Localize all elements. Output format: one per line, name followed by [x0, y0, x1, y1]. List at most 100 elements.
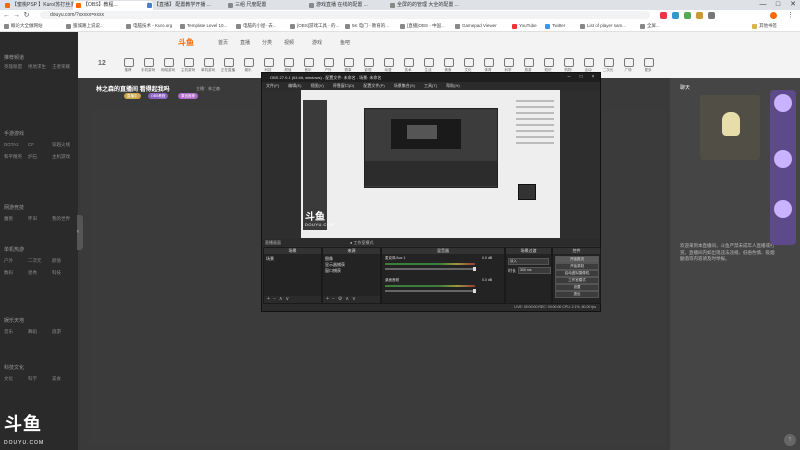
category-item[interactable]: 生活 — [420, 58, 436, 76]
bookmark-item[interactable]: [直播]OBS - 中国... — [400, 22, 445, 30]
transition-type-select[interactable]: 淡入 — [508, 258, 549, 265]
bookmark-item[interactable]: Template Level 10... — [180, 22, 227, 30]
sidebar-item[interactable]: 星秀 — [28, 270, 37, 276]
gift-icon[interactable] — [774, 200, 792, 218]
stream-host[interactable]: 主播：林之森 — [196, 86, 220, 92]
browser-tab[interactable]: 【直播】 配置教学开播 ... — [144, 1, 234, 10]
sidebar-item[interactable]: 数码 — [4, 270, 13, 276]
menu-item[interactable]: 配置文件(P) — [363, 83, 384, 88]
category-item[interactable]: 美食 — [440, 58, 456, 76]
extension-icon[interactable] — [708, 12, 715, 19]
category-item[interactable]: 更多 — [640, 58, 656, 76]
slider-knob[interactable] — [473, 289, 476, 293]
extension-icon[interactable] — [672, 12, 679, 19]
back-to-top-icon[interactable]: ↑ — [784, 434, 796, 446]
nav-link[interactable]: 游戏 — [312, 39, 322, 46]
category-item[interactable]: 活动 — [580, 58, 596, 76]
menu-item[interactable]: 场景集合(S) — [394, 83, 415, 88]
bookmark-item[interactable]: 电脑技术 - Kuro.org — [126, 22, 172, 30]
sidebar-item[interactable]: 旅游 — [52, 329, 61, 335]
sidebar-item[interactable]: 绝地求生 — [28, 64, 46, 70]
category-item[interactable]: 技术 — [400, 58, 416, 76]
virtual-camera-button[interactable]: 启动虚拟摄像机 — [555, 270, 599, 277]
category-item[interactable]: 音乐 — [300, 58, 316, 76]
bookmark-item[interactable]: List of player sam... — [580, 22, 626, 30]
sidebar-item[interactable]: 炉石 — [28, 154, 37, 160]
sidebar-item[interactable]: CF — [28, 142, 34, 147]
nav-link[interactable]: 直播 — [240, 39, 250, 46]
category-item[interactable]: 科技 — [260, 58, 276, 76]
browser-tab[interactable]: 游戏直播 在线的配置 ... — [306, 1, 396, 10]
browser-tab[interactable]: 【蜜桃PSP 】Kuro/苏打丝多 ...× — [2, 1, 82, 10]
scene-item[interactable]: 场景 — [266, 256, 274, 261]
source-item[interactable]: 显示器捕获 — [325, 262, 345, 267]
menu-item[interactable]: 帮助(H) — [446, 83, 460, 88]
down-icon[interactable]: ∨ — [286, 296, 290, 302]
add-icon[interactable]: + — [267, 296, 270, 302]
category-item[interactable]: 手机游戏 — [140, 58, 156, 76]
exit-button[interactable]: 退出 — [555, 291, 599, 298]
category-item[interactable]: 影视 — [360, 58, 376, 76]
up-icon[interactable]: ∧ — [279, 296, 283, 302]
category-item[interactable]: 单机游戏 — [200, 58, 216, 76]
promo-sidebar[interactable] — [770, 90, 796, 245]
sidebar-group[interactable]: 网游竞技 — [4, 204, 24, 211]
bookmark-item[interactable]: 全屏... — [640, 22, 660, 30]
gift-icon[interactable] — [774, 94, 792, 112]
bookmark-item[interactable]: YouTube — [512, 22, 537, 30]
extension-icon[interactable] — [696, 12, 703, 19]
settings-button[interactable]: 设置 — [555, 284, 599, 291]
volume-slider[interactable] — [385, 289, 476, 293]
sidebar-item[interactable]: 英雄联盟 — [4, 64, 22, 70]
source-item[interactable]: 窗口捕获 — [325, 268, 341, 273]
sidebar-item[interactable]: DOTA2 — [4, 142, 19, 147]
nav-link[interactable]: 首页 — [218, 39, 228, 46]
category-item[interactable]: 旅游 — [520, 58, 536, 76]
category-item[interactable]: 科学 — [500, 58, 516, 76]
category-item[interactable]: 正在直播 — [220, 58, 236, 76]
menu-item[interactable]: 视图(V) — [310, 83, 323, 88]
source-item[interactable]: 图像 — [325, 256, 333, 261]
reload-icon[interactable]: ↻ — [22, 11, 31, 20]
browser-tab-active[interactable]: 【OBS】教程...× — [73, 1, 153, 10]
slider-knob[interactable] — [473, 267, 476, 271]
sidebar-item[interactable]: 户外 — [4, 258, 13, 264]
nav-link[interactable]: 视频 — [284, 39, 294, 46]
category-item[interactable]: 二次元 — [600, 58, 616, 76]
maximize-button[interactable]: □ — [771, 0, 785, 10]
sidebar-item[interactable]: 王者荣耀 — [52, 64, 70, 70]
sidebar-item[interactable]: 科技 — [52, 270, 61, 276]
menu-item[interactable]: 文件(F) — [266, 83, 279, 88]
category-item[interactable]: 推荐 — [120, 58, 136, 76]
sidebar-collapse-handle[interactable]: ‹ — [77, 215, 83, 250]
start-recording-button[interactable]: 开始录制 — [555, 263, 599, 270]
sidebar-item[interactable]: 美食 — [52, 376, 61, 382]
volume-slider[interactable] — [385, 267, 476, 271]
studio-mode-button[interactable]: 工作室模式 — [555, 277, 599, 284]
down-icon[interactable]: ∨ — [352, 296, 356, 302]
sidebar-item[interactable]: 穿越火线 — [52, 142, 70, 148]
extension-icon[interactable] — [684, 12, 691, 19]
remove-icon[interactable]: − — [332, 296, 335, 302]
obs-preview[interactable]: 斗鱼 DOUYU.COM — [301, 90, 560, 238]
remove-icon[interactable]: − — [273, 296, 276, 302]
sidebar-item[interactable]: 主机游戏 — [52, 154, 70, 160]
category-item[interactable]: 动漫 — [380, 58, 396, 76]
forward-icon[interactable]: → — [12, 11, 21, 20]
browser-tab[interactable]: 三组 尺度配置 — [225, 1, 315, 10]
url-field[interactable]: douyu.com/?xxxxx=xxxx — [40, 11, 650, 19]
category-item[interactable]: 广场 — [620, 58, 636, 76]
category-item[interactable]: 购物 — [560, 58, 576, 76]
bookmark-item[interactable]: 5K 电门 - 教育的... — [345, 22, 389, 30]
add-icon[interactable]: + — [326, 296, 329, 302]
minimize-button[interactable]: — — [756, 0, 770, 10]
sidebar-item[interactable]: 魔兽 — [4, 216, 13, 222]
category-item[interactable]: 赛事 — [340, 58, 356, 76]
bookmark-item[interactable]: [OBS]游戏工具 - 的... — [290, 22, 339, 30]
profile-avatar-icon[interactable] — [770, 12, 777, 19]
bookmark-item[interactable]: 概论大全做网站 — [4, 22, 43, 30]
category-item[interactable]: 网络游戏 — [160, 58, 176, 76]
sidebar-item[interactable]: 怀旧 — [28, 216, 37, 222]
window-close-button[interactable]: ✕ — [786, 0, 800, 10]
menu-item[interactable]: 停靠窗口(D) — [333, 83, 355, 88]
